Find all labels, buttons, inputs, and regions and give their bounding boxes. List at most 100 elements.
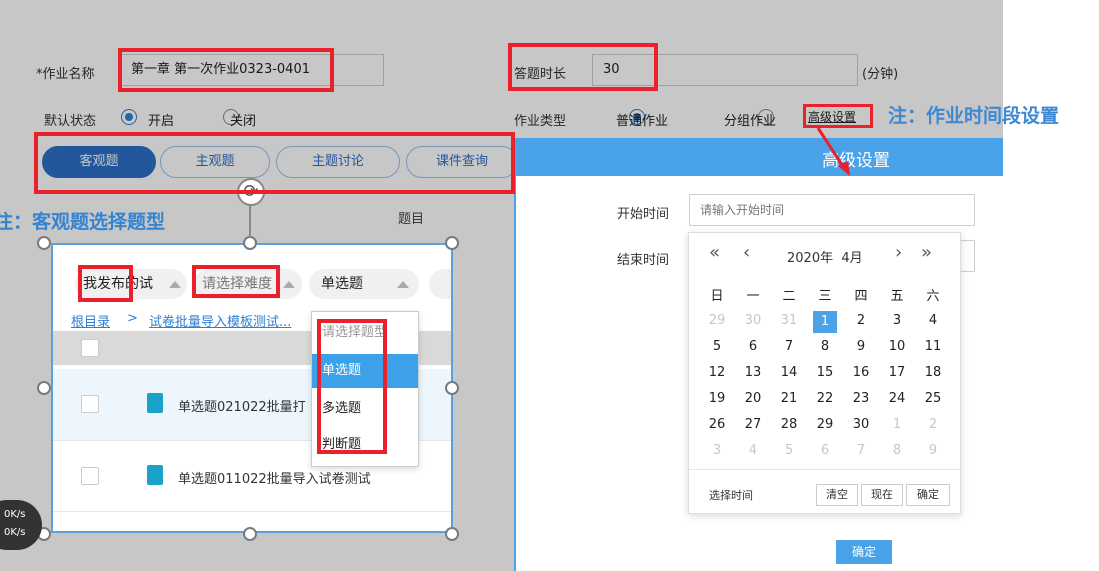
calendar-grid: 日一二三四五六 29 30 31 1 2 3 4 5 6 7 8 9 10 11 12 13 14 15 16 17 18… — [699, 287, 951, 467]
calendar-day[interactable]: 6 — [807, 441, 843, 461]
calendar-day[interactable]: 30 — [843, 415, 879, 435]
calendar-day[interactable]: 11 — [915, 337, 951, 357]
calendar-day[interactable]: 4 — [735, 441, 771, 461]
document-icon — [147, 465, 163, 485]
row-checkbox[interactable] — [81, 395, 99, 413]
resize-handle[interactable] — [243, 236, 257, 250]
calendar-day[interactable]: 4 — [915, 311, 951, 331]
filter-mine-caret-icon — [169, 281, 181, 288]
calendar-day[interactable]: 2 — [915, 415, 951, 435]
breadcrumb-separator: > — [127, 311, 138, 326]
prev-year-button[interactable]: « — [709, 242, 720, 263]
screenshot-stage: *作业名称 第一章 第一次作业0323-0401 答题时长 30 (分钟) 默认… — [0, 0, 1099, 571]
resize-handle[interactable] — [445, 381, 459, 395]
calendar-day[interactable]: 19 — [699, 389, 735, 409]
calendar-day[interactable]: 15 — [807, 363, 843, 383]
calendar-footer-divider — [689, 469, 960, 470]
calendar-day[interactable]: 9 — [915, 441, 951, 461]
note-objective-type: 注：客观题选择题型 — [0, 211, 166, 233]
calendar-day[interactable]: 16 — [843, 363, 879, 383]
calendar-day[interactable]: 9 — [843, 337, 879, 357]
calendar-day[interactable]: 18 — [915, 363, 951, 383]
filter-type-caret-icon — [397, 281, 409, 288]
calendar-day[interactable]: 20 — [735, 389, 771, 409]
weekday-header: 四 — [854, 289, 868, 304]
calendar-day[interactable]: 8 — [807, 337, 843, 357]
question-title[interactable]: 单选题021022批量打 — [178, 396, 306, 415]
resize-handle[interactable] — [37, 236, 51, 250]
weekday-header: 三 — [818, 289, 832, 304]
calendar-day[interactable]: 3 — [879, 311, 915, 331]
advanced-settings-header — [514, 138, 1003, 176]
calendar-day[interactable]: 2 — [843, 311, 879, 331]
calendar-day[interactable]: 26 — [699, 415, 735, 435]
resize-handle[interactable] — [445, 236, 459, 250]
calendar-day[interactable]: 21 — [771, 389, 807, 409]
calendar-day[interactable]: 28 — [771, 415, 807, 435]
weekday-header: 一 — [746, 289, 760, 304]
next-year-button[interactable]: » — [921, 242, 932, 263]
calendar-day[interactable]: 25 — [915, 389, 951, 409]
download-speed: 0K/s — [4, 527, 26, 538]
highlight-duration — [508, 43, 658, 91]
weekday-header: 六 — [926, 289, 940, 304]
calendar-day[interactable]: 29 — [699, 311, 735, 331]
calendar-day[interactable]: 14 — [771, 363, 807, 383]
select-all-checkbox[interactable] — [81, 339, 99, 357]
filter-difficulty-caret-icon — [283, 281, 295, 288]
month-label[interactable]: 2020年 4月 — [787, 247, 863, 266]
row-checkbox[interactable] — [81, 467, 99, 485]
calendar-day[interactable]: 12 — [699, 363, 735, 383]
calendar-day[interactable]: 7 — [771, 337, 807, 357]
ok-button[interactable]: 确定 — [906, 484, 950, 506]
annotation-arrow — [816, 127, 850, 176]
calendar-day[interactable]: 1 — [813, 311, 837, 333]
calendar-day[interactable]: 22 — [807, 389, 843, 409]
breadcrumb-root[interactable]: 根目录 — [71, 311, 110, 330]
breadcrumb-folder[interactable]: 试卷批量导入模板测试... — [149, 311, 291, 330]
calendar-day[interactable]: 23 — [843, 389, 879, 409]
highlight-filter-mine — [78, 265, 133, 302]
calendar-day[interactable]: 27 — [735, 415, 771, 435]
prev-month-button[interactable]: ‹ — [743, 242, 750, 263]
filter-extra-select[interactable] — [429, 269, 451, 299]
select-time-link[interactable]: 选择时间 — [709, 487, 753, 503]
clear-button[interactable]: 清空 — [816, 484, 858, 506]
start-time-label: 开始时间 — [617, 207, 670, 222]
calendar-day[interactable]: 24 — [879, 389, 915, 409]
upload-speed: 0K/s — [4, 509, 26, 520]
calendar-day[interactable]: 31 — [771, 311, 807, 331]
calendar-day[interactable]: 29 — [807, 415, 843, 435]
calendar-day[interactable]: 10 — [879, 337, 915, 357]
highlight-dropdown-options — [317, 319, 387, 454]
calendar-day[interactable]: 13 — [735, 363, 771, 383]
now-button[interactable]: 现在 — [861, 484, 903, 506]
end-time-label: 结束时间 — [617, 253, 670, 268]
document-icon — [147, 393, 163, 413]
resize-handle[interactable] — [37, 381, 51, 395]
highlight-tabs — [34, 132, 515, 194]
weekday-header: 五 — [890, 289, 904, 304]
calendar-day[interactable]: 17 — [879, 363, 915, 383]
next-month-button[interactable]: › — [895, 242, 902, 263]
resize-handle[interactable] — [243, 527, 257, 541]
calendar-day[interactable]: 7 — [843, 441, 879, 461]
calendar-day[interactable]: 8 — [879, 441, 915, 461]
calendar-day[interactable]: 6 — [735, 337, 771, 357]
question-title[interactable]: 单选题011022批量导入试卷测试 — [178, 468, 371, 487]
calendar-day[interactable]: 5 — [699, 337, 735, 357]
advanced-confirm-button[interactable]: 确定 — [836, 540, 892, 564]
weekday-header: 二 — [782, 289, 796, 304]
calendar-day[interactable]: 30 — [735, 311, 771, 331]
weekday-header: 日 — [710, 289, 724, 304]
date-picker: « ‹ 2020年 4月 › » 日一二三四五六 29 30 31 1 2 3 4 5 6 7 8 9 1… — [688, 232, 961, 514]
start-time-input[interactable]: 请输入开始时间 — [689, 194, 975, 226]
resize-handle[interactable] — [445, 527, 459, 541]
calendar-day[interactable]: 5 — [771, 441, 807, 461]
highlight-filter-difficulty — [192, 265, 280, 298]
note-time-period: 注：作业时间段设置 — [888, 105, 1060, 127]
calendar-day[interactable]: 3 — [699, 441, 735, 461]
calendar-day[interactable]: 1 — [879, 415, 915, 435]
rotate-handle-stem — [249, 202, 251, 238]
highlight-homework-name — [118, 48, 334, 92]
